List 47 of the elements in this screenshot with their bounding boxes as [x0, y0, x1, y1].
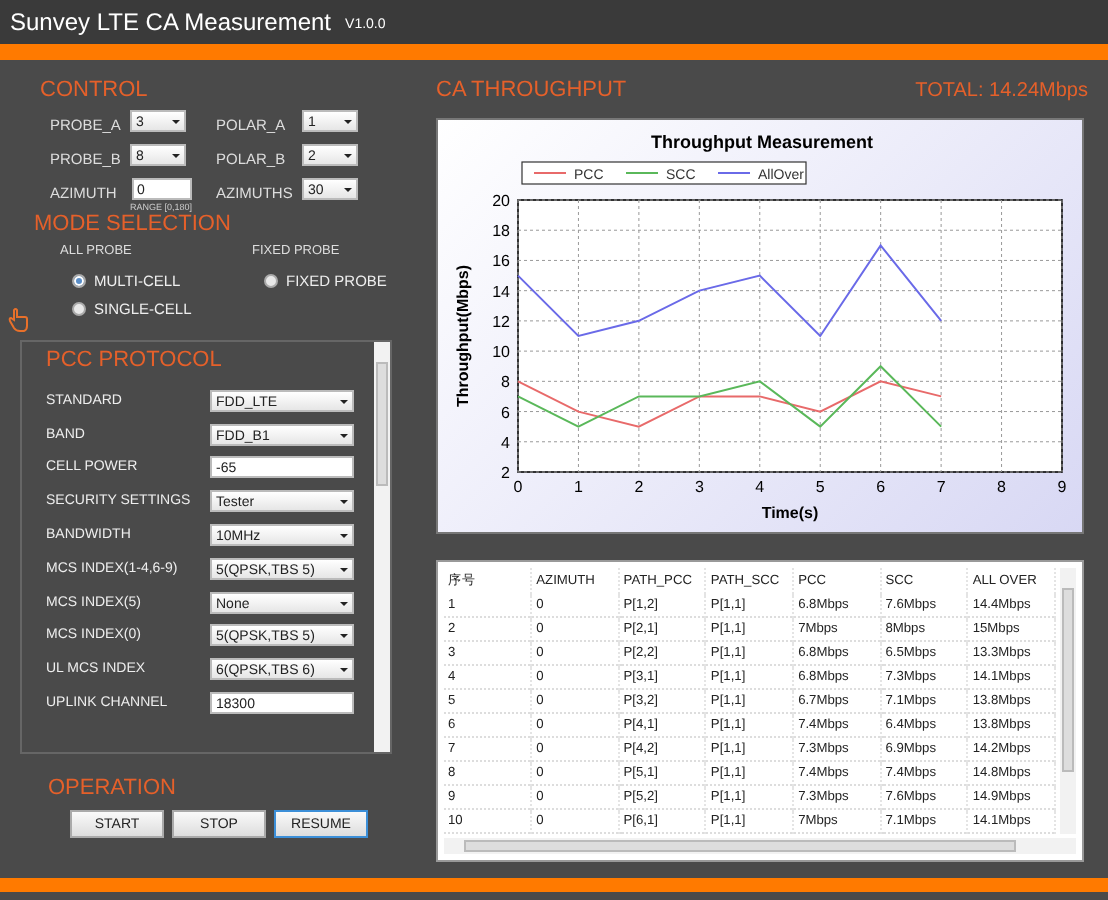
x-tick-label: 6: [876, 478, 886, 496]
x-tick-label: 9: [1057, 478, 1067, 496]
caret-icon: [344, 188, 352, 192]
y-tick-label: 8: [501, 373, 510, 392]
section-heading: CA THROUGHPUT: [436, 78, 627, 102]
x-tick-label: 1: [574, 478, 583, 496]
scrollbar[interactable]: [444, 838, 1076, 854]
caret-icon: [340, 601, 348, 606]
x-tick-label: 5: [815, 478, 825, 496]
y-tick-label: 2: [501, 464, 510, 482]
x-axis-title: Time(s): [761, 504, 819, 522]
scrollbar[interactable]: [1060, 568, 1076, 834]
section-heading: PCC PROTOCOL: [46, 348, 224, 372]
y-tick-label: 16: [492, 252, 510, 271]
y-axis-title: Throughput(Mbps): [454, 264, 472, 408]
section-heading: CONTROL: [40, 78, 150, 102]
caret-icon: [340, 634, 348, 639]
x-tick-label: 4: [755, 478, 765, 496]
hand-icon: [8, 308, 28, 332]
x-tick-label: 3: [694, 478, 704, 496]
x-tick-label: 0: [513, 478, 523, 496]
section-heading: MODE SELECTION: [34, 212, 233, 236]
total-throughput: TOTAL: 14.24Mbps: [915, 79, 1088, 101]
window-title: Sunvey LTE CA Measurement: [10, 8, 332, 36]
y-tick-label: 18: [492, 222, 510, 241]
scrollbar[interactable]: [374, 342, 390, 752]
caret-icon: [340, 534, 348, 539]
y-tick-label: 12: [492, 312, 510, 331]
section-heading: OPERATION: [48, 776, 178, 800]
caret-icon: [172, 120, 180, 124]
chart-title: Throughput Measurement: [651, 132, 873, 152]
y-tick-label: 14: [492, 282, 510, 301]
caret-icon: [340, 668, 348, 673]
caret-icon: [340, 567, 348, 572]
y-tick-label: 4: [501, 433, 510, 452]
caret-icon: [340, 500, 348, 505]
x-tick-label: 2: [634, 478, 644, 496]
y-tick-label: 20: [492, 192, 510, 210]
caret-icon: [172, 154, 180, 158]
caret-icon: [340, 399, 348, 404]
caret-icon: [344, 120, 352, 124]
y-tick-label: 10: [492, 343, 510, 362]
caret-icon: [344, 154, 352, 158]
x-tick-label: 8: [997, 478, 1006, 496]
caret-icon: [340, 433, 348, 438]
y-tick-label: 6: [501, 403, 510, 422]
x-tick-label: 7: [936, 478, 946, 496]
